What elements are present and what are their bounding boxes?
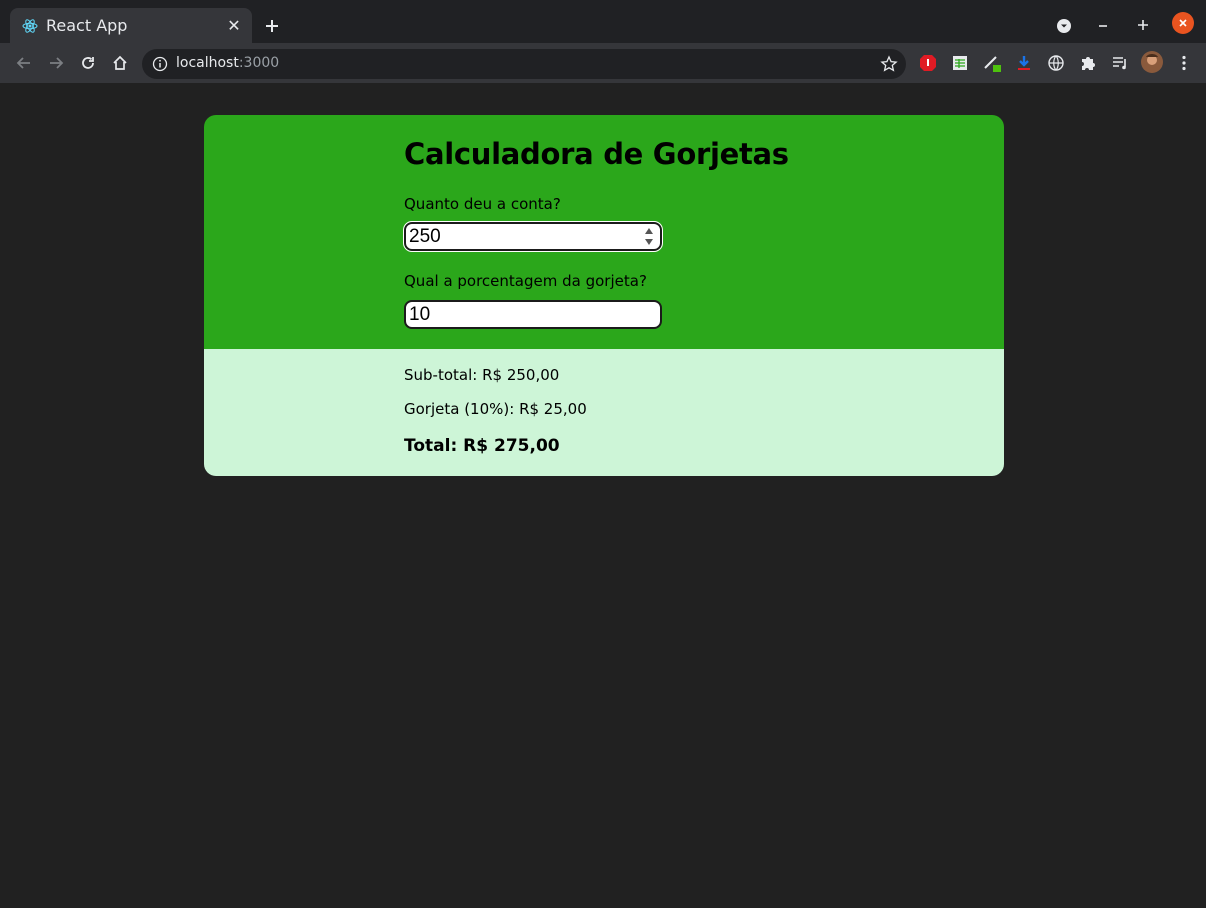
page-viewport: Calculadora de Gorjetas Quanto deu a con…: [0, 83, 1206, 908]
profile-avatar[interactable]: [1141, 51, 1163, 73]
tab-title: React App: [46, 16, 128, 35]
tip-amount-text: Gorjeta (10%): R$ 25,00: [404, 400, 587, 418]
page-title: Calculadora de Gorjetas: [404, 137, 789, 171]
bill-amount-input[interactable]: 250: [403, 221, 663, 252]
url-port: :3000: [238, 55, 280, 71]
number-spinner[interactable]: [644, 228, 654, 245]
sheets-extension-icon[interactable]: [950, 53, 970, 73]
media-queue-icon[interactable]: [1110, 53, 1130, 73]
calculator-input-section: Calculadora de Gorjetas Quanto deu a con…: [204, 115, 1004, 349]
spinner-up-icon[interactable]: [645, 228, 653, 234]
calculator-results-section: [204, 349, 1004, 476]
url-host: localhost: [176, 55, 239, 71]
browser-tab-bar: React App ✕: [0, 0, 1206, 43]
tip-calculator-card: Calculadora de Gorjetas Quanto deu a con…: [204, 115, 1004, 476]
subtotal-text: Sub-total: R$ 250,00: [404, 366, 560, 384]
puzzle-extensions-icon[interactable]: [1078, 53, 1098, 73]
home-icon[interactable]: [108, 51, 132, 75]
window-close-icon[interactable]: [1172, 12, 1194, 34]
color-picker-extension-icon[interactable]: [982, 53, 1002, 73]
browser-menu-icon[interactable]: [1174, 53, 1194, 73]
spinner-down-icon[interactable]: [645, 239, 653, 245]
url-text: localhost:3000: [176, 55, 279, 71]
address-bar[interactable]: localhost:3000: [142, 49, 906, 79]
browser-tab[interactable]: React App ✕: [10, 8, 252, 43]
reload-icon[interactable]: [76, 51, 100, 75]
forward-arrow-icon[interactable]: [44, 51, 68, 75]
back-arrow-icon[interactable]: [12, 51, 36, 75]
tip-percentage-value: 10: [409, 303, 431, 325]
minimize-icon[interactable]: [1092, 14, 1114, 36]
adblock-extension-icon[interactable]: [918, 53, 938, 73]
tip-percentage-input[interactable]: 10: [404, 300, 662, 329]
maximize-icon[interactable]: [1132, 14, 1154, 36]
info-icon[interactable]: [152, 56, 168, 72]
total-text: Total: R$ 275,00: [404, 436, 560, 456]
bookmark-star-icon[interactable]: [880, 55, 898, 73]
react-logo-icon: [22, 18, 38, 34]
tab-search-icon[interactable]: [1053, 15, 1075, 37]
bill-amount-value: 250: [409, 225, 441, 247]
globe-extension-icon[interactable]: [1046, 53, 1066, 73]
new-tab-button[interactable]: [260, 14, 284, 38]
bill-amount-label: Quanto deu a conta?: [404, 195, 561, 213]
download-extension-icon[interactable]: [1014, 53, 1034, 73]
browser-toolbar: localhost:3000: [0, 43, 1206, 83]
tab-close-icon[interactable]: ✕: [224, 16, 244, 36]
tip-percentage-label: Qual a porcentagem da gorjeta?: [404, 272, 647, 290]
